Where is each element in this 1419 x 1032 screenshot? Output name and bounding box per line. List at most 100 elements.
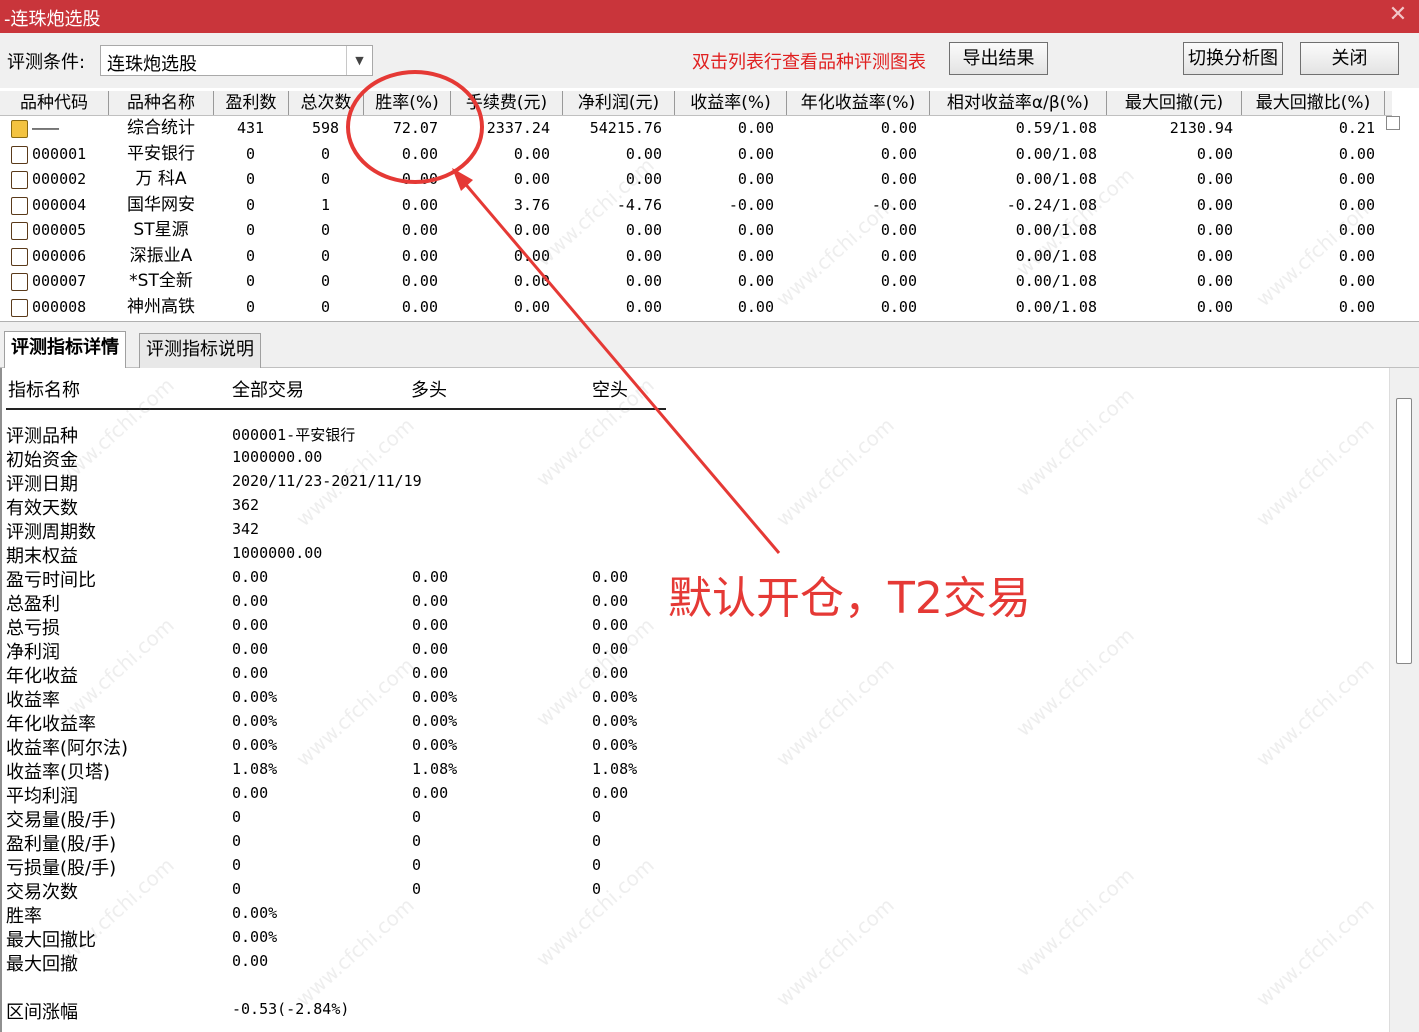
results-table: 品种代码 品种名称 盈利数 总次数 胜率(%) 手续费(元) 净利润(元) 收益… xyxy=(0,88,1419,322)
condition-select[interactable]: 连珠炮选股 ▼ xyxy=(100,45,373,76)
stock-icon xyxy=(11,222,28,240)
detail-label: 胜率 xyxy=(6,906,42,927)
export-button[interactable]: 导出结果 xyxy=(949,42,1048,75)
cell-return: -0.00 xyxy=(728,195,774,214)
detail-value-short: 0 xyxy=(592,880,602,898)
detail-value-all: 0.00 xyxy=(232,952,269,970)
detail-row: 区间涨幅 -0.53(-2.84%) xyxy=(2,998,702,1023)
cell-name: *ST全新 xyxy=(129,271,193,291)
detail-label: 最大回撤比 xyxy=(6,930,96,951)
col-header-win-rate[interactable]: 胜率(%) xyxy=(364,91,451,115)
table-row[interactable]: 000001 平安银行 0 0 0.00 0.00 0.00 0.00 0.00 0.00/1.0… xyxy=(0,142,1392,167)
cell-wins: 0 xyxy=(245,170,256,188)
cell-total: 0 xyxy=(320,272,331,290)
cell-win-rate: 0.00 xyxy=(401,272,438,290)
cell-rel-return: 0.00/1.08 xyxy=(1015,144,1097,163)
cell-max-dd: 0.00 xyxy=(1196,144,1233,163)
detail-header-all: 全部交易 xyxy=(232,380,304,401)
cell-rel-return: -0.24/1.08 xyxy=(1006,195,1097,214)
detail-value-all: 0.00 xyxy=(232,640,269,658)
table-row-summary[interactable]: ——— 综合统计 431 598 72.07 2337.24 54215.76 0.00 0.0… xyxy=(0,116,1392,141)
cell-name: 深振业A xyxy=(129,245,193,266)
detail-value-long: 0.00% xyxy=(412,712,458,730)
cell-total: 0 xyxy=(320,221,331,239)
detail-scrollbar-thumb[interactable] xyxy=(1396,398,1412,664)
detail-value-long: 0 xyxy=(412,808,422,826)
col-header-net-profit[interactable]: 净利润(元) xyxy=(563,91,675,115)
cell-wins: 0 xyxy=(245,246,256,265)
col-header-return[interactable]: 收益率(%) xyxy=(675,91,787,115)
detail-value-long: 0.00 xyxy=(412,592,449,610)
cell-code: 000002 xyxy=(32,170,87,188)
cell-max-dd-ratio: 0.00 xyxy=(1338,246,1375,265)
detail-value-all: 0 xyxy=(232,832,242,850)
tab-indicator-description[interactable]: 评测指标说明 xyxy=(139,333,261,368)
detail-value-long: 0.00% xyxy=(412,688,458,706)
detail-label: 交易次数 xyxy=(6,882,78,903)
detail-row: 年化收益 0.00 0.00 0.00 xyxy=(2,662,702,687)
cell-max-dd-ratio: 0.00 xyxy=(1338,195,1375,214)
table-row[interactable]: 000002 万 科A 0 0 0.00 0.00 0.00 0.00 0.00 0.00/1.0… xyxy=(0,167,1392,192)
cell-fee: 2337.24 xyxy=(486,119,550,137)
detail-value-short: 0.00 xyxy=(592,664,629,682)
close-button[interactable]: 关闭 xyxy=(1300,42,1399,75)
cell-wins: 0 xyxy=(245,221,256,239)
cell-max-dd-ratio: 0.00 xyxy=(1338,144,1375,163)
detail-label: 总盈利 xyxy=(6,594,60,615)
detail-row: 年化收益率 0.00% 0.00% 0.00% xyxy=(2,710,702,735)
detail-value-short: 0 xyxy=(592,856,602,874)
detail-value-all: 1000000.00 xyxy=(232,448,323,466)
detail-value-short: 1.08% xyxy=(592,760,638,778)
cell-code: 000008 xyxy=(32,297,87,316)
cell-net-profit: 0.00 xyxy=(625,221,662,239)
cell-code: 000004 xyxy=(32,195,87,214)
cell-net-profit: 0.00 xyxy=(625,170,662,188)
stock-icon xyxy=(11,298,28,317)
detail-header-short: 空头 xyxy=(592,380,628,401)
detail-row: 交易次数 0 0 0 xyxy=(2,878,702,903)
cell-rel-return: 0.00/1.08 xyxy=(1015,246,1097,265)
stock-icon xyxy=(11,247,28,266)
cell-wins: 431 xyxy=(236,119,265,137)
condition-select-value: 连珠炮选股 xyxy=(107,54,197,75)
scrollbar-corner[interactable] xyxy=(1386,116,1400,130)
col-header-total[interactable]: 总次数 xyxy=(289,91,364,115)
title-bar: -连珠炮选股 ✕ xyxy=(0,0,1419,33)
detail-value-all: 2020/11/23-2021/11/19 xyxy=(232,472,422,490)
detail-value-short: 0.00% xyxy=(592,688,638,706)
window-close-icon[interactable]: ✕ xyxy=(1385,2,1411,28)
switch-chart-button[interactable]: 切换分析图 xyxy=(1183,42,1283,75)
cell-return: 0.00 xyxy=(737,170,774,188)
detail-row: 评测周期数 342 xyxy=(2,518,702,543)
col-header-max-drawdown-ratio[interactable]: 最大回撤比(%) xyxy=(1242,91,1385,115)
detail-value-all: 0.00 xyxy=(232,784,269,802)
detail-scrollbar[interactable] xyxy=(1389,368,1419,1032)
cell-wins: 0 xyxy=(245,272,256,290)
col-header-wins[interactable]: 盈利数 xyxy=(214,91,289,115)
detail-label: 收益率 xyxy=(6,690,60,711)
table-row[interactable]: 000008 神州高铁 0 0 0.00 0.00 0.00 0.00 0.00 0.00/1.0… xyxy=(0,295,1392,320)
detail-row: 平均利润 0.00 0.00 0.00 xyxy=(2,782,702,807)
cell-annual-return: 0.00 xyxy=(880,144,917,163)
detail-value-long: 0 xyxy=(412,856,422,874)
detail-label: 区间涨幅 xyxy=(6,1002,78,1023)
chevron-down-icon[interactable]: ▼ xyxy=(346,46,372,75)
detail-value-all: 0 xyxy=(232,856,242,874)
table-row[interactable]: 000004 国华网安 0 1 0.00 3.76 -4.76 -0.00 -0.00 -0.24… xyxy=(0,193,1392,218)
table-row[interactable]: 000005 ST星源 0 0 0.00 0.00 0.00 0.00 0.00 0.00/1.0… xyxy=(0,218,1392,243)
summary-icon xyxy=(11,120,28,138)
table-row[interactable]: 000007 *ST全新 0 0 0.00 0.00 0.00 0.00 0.00 0.00/1.… xyxy=(0,269,1392,294)
col-header-code[interactable]: 品种代码 xyxy=(0,91,109,115)
col-header-max-drawdown[interactable]: 最大回撤(元) xyxy=(1107,91,1242,115)
tab-indicator-details[interactable]: 评测指标详情 xyxy=(4,331,126,368)
col-header-fee[interactable]: 手续费(元) xyxy=(451,91,563,115)
detail-row: 有效天数 362 xyxy=(2,494,702,519)
col-header-annual-return[interactable]: 年化收益率(%) xyxy=(787,91,930,115)
cell-fee: 0.00 xyxy=(513,297,550,316)
table-row[interactable]: 000006 深振业A 0 0 0.00 0.00 0.00 0.00 0.00 0.00/1.0… xyxy=(0,244,1392,269)
col-header-name[interactable]: 品种名称 xyxy=(109,91,214,115)
col-header-relative-return[interactable]: 相对收益率α/β(%) xyxy=(930,91,1107,115)
detail-value-short: 0.00% xyxy=(592,712,638,730)
detail-header-divider xyxy=(6,408,666,410)
detail-value-long: 0 xyxy=(412,880,422,898)
